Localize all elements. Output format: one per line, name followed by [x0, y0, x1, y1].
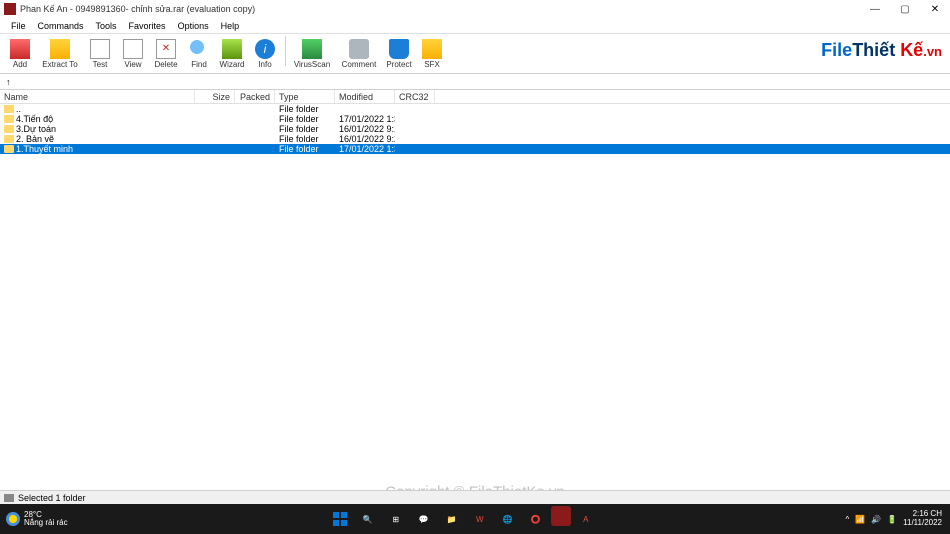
sfx-icon	[422, 39, 442, 59]
delete-icon	[156, 39, 176, 59]
status-bar: Selected 1 folder	[0, 490, 950, 504]
app-icon-2[interactable]: A	[573, 506, 599, 532]
toolbar-test-button[interactable]: Test	[84, 36, 116, 72]
col-header-crc32[interactable]: CRC32	[395, 90, 435, 103]
title-bar: Phan Kế An - 0949891360- chỉnh sửa.rar (…	[0, 0, 950, 18]
menu-tools[interactable]: Tools	[91, 21, 122, 31]
col-header-name[interactable]: Name	[0, 90, 195, 103]
toolbar: AddExtract ToTestViewDeleteFindWizardiIn…	[0, 34, 950, 74]
toolbar-protect-button[interactable]: Protect	[383, 36, 415, 72]
wifi-icon[interactable]: 📶	[855, 515, 865, 524]
info-icon: i	[255, 39, 275, 59]
toolbar-comment-button[interactable]: Comment	[336, 36, 382, 72]
close-button[interactable]: ✕	[920, 0, 950, 18]
parent-folder-row[interactable]: ..File folder	[0, 104, 950, 114]
folder-row[interactable]: 1.Thuyết minhFile folder17/01/2022 1:3..…	[0, 144, 950, 154]
maximize-button[interactable]: ▢	[890, 0, 920, 18]
col-header-type[interactable]: Type	[275, 90, 335, 103]
comment-icon	[349, 39, 369, 59]
toolbar-virusscan-button[interactable]: VirusScan	[289, 36, 335, 72]
folder-row[interactable]: 3.Dự toánFile folder16/01/2022 9:1...	[0, 124, 950, 134]
taskbar-center: 🔍 ⊞ 💬 📁 W 🌐 ⭕ A	[80, 506, 845, 532]
col-header-modified[interactable]: Modified	[335, 90, 395, 103]
toolbar-info-button[interactable]: iInfo	[249, 36, 281, 72]
disk-icon	[4, 494, 14, 502]
start-button[interactable]	[327, 506, 353, 532]
folder-icon	[4, 135, 14, 143]
folder-icon	[4, 115, 14, 123]
menu-help[interactable]: Help	[216, 21, 245, 31]
brand-logo: FileThiết Kế.vn	[821, 40, 942, 61]
edge-icon[interactable]: 🌐	[495, 506, 521, 532]
menu-favorites[interactable]: Favorites	[124, 21, 171, 31]
toolbar-view-button[interactable]: View	[117, 36, 149, 72]
virusscan-icon	[302, 39, 322, 59]
toolbar-wizard-button[interactable]: Wizard	[216, 36, 248, 72]
chat-icon[interactable]: 💬	[411, 506, 437, 532]
winrar-icon[interactable]	[551, 506, 571, 526]
address-bar[interactable]: ↑	[0, 74, 950, 90]
toolbar-sfx-button[interactable]: SFX	[416, 36, 448, 72]
status-text: Selected 1 folder	[18, 493, 86, 503]
menu-options[interactable]: Options	[173, 21, 214, 31]
column-headers: Name Size Packed Type Modified CRC32	[0, 90, 950, 104]
volume-icon[interactable]: 🔊	[871, 515, 881, 524]
app-icon-1[interactable]: W	[467, 506, 493, 532]
taskbar: 28°C Nắng rải rác 🔍 ⊞ 💬 📁 W 🌐 ⭕ A ^ 📶 🔊 …	[0, 504, 950, 534]
protect-icon	[389, 39, 409, 59]
weather-widget[interactable]: 28°C Nắng rải rác	[0, 511, 80, 527]
extract-to-icon	[50, 39, 70, 59]
folder-row[interactable]: 2. Bản vẽFile folder16/01/2022 9:2...	[0, 134, 950, 144]
search-icon[interactable]: 🔍	[355, 506, 381, 532]
system-tray: ^ 📶 🔊 🔋 2:16 CH 11/11/2022	[845, 510, 950, 528]
col-header-size[interactable]: Size	[195, 90, 235, 103]
add-icon	[10, 39, 30, 59]
explorer-icon[interactable]: 📁	[439, 506, 465, 532]
view-icon	[123, 39, 143, 59]
menu-commands[interactable]: Commands	[33, 21, 89, 31]
folder-icon	[4, 125, 14, 133]
toolbar-add-button[interactable]: Add	[4, 36, 36, 72]
menu-bar: File Commands Tools Favorites Options He…	[0, 18, 950, 34]
app-icon	[4, 3, 16, 15]
find-icon	[189, 39, 209, 59]
window-title: Phan Kế An - 0949891360- chỉnh sửa.rar (…	[20, 4, 860, 14]
folder-icon	[4, 145, 14, 153]
up-arrow-icon[interactable]: ↑	[6, 77, 18, 87]
weather-desc: Nắng rải rác	[24, 519, 68, 527]
col-header-packed[interactable]: Packed	[235, 90, 275, 103]
test-icon	[90, 39, 110, 59]
window-controls: — ▢ ✕	[860, 0, 950, 18]
chrome-icon[interactable]: ⭕	[523, 506, 549, 532]
weather-icon	[6, 512, 20, 526]
toolbar-find-button[interactable]: Find	[183, 36, 215, 72]
folder-row[interactable]: 4.Tiến độFile folder17/01/2022 1:3...	[0, 114, 950, 124]
tray-chevron-icon[interactable]: ^	[845, 515, 849, 524]
toolbar-delete-button[interactable]: Delete	[150, 36, 182, 72]
clock[interactable]: 2:16 CH 11/11/2022	[903, 510, 942, 528]
battery-icon[interactable]: 🔋	[887, 515, 897, 524]
file-list[interactable]: ..File folder4.Tiến độFile folder17/01/2…	[0, 104, 950, 492]
wizard-icon	[222, 39, 242, 59]
menu-file[interactable]: File	[6, 21, 31, 31]
folder-icon	[4, 105, 14, 113]
toolbar-extract-to-button[interactable]: Extract To	[37, 36, 83, 72]
task-view-icon[interactable]: ⊞	[383, 506, 409, 532]
minimize-button[interactable]: —	[860, 0, 890, 18]
